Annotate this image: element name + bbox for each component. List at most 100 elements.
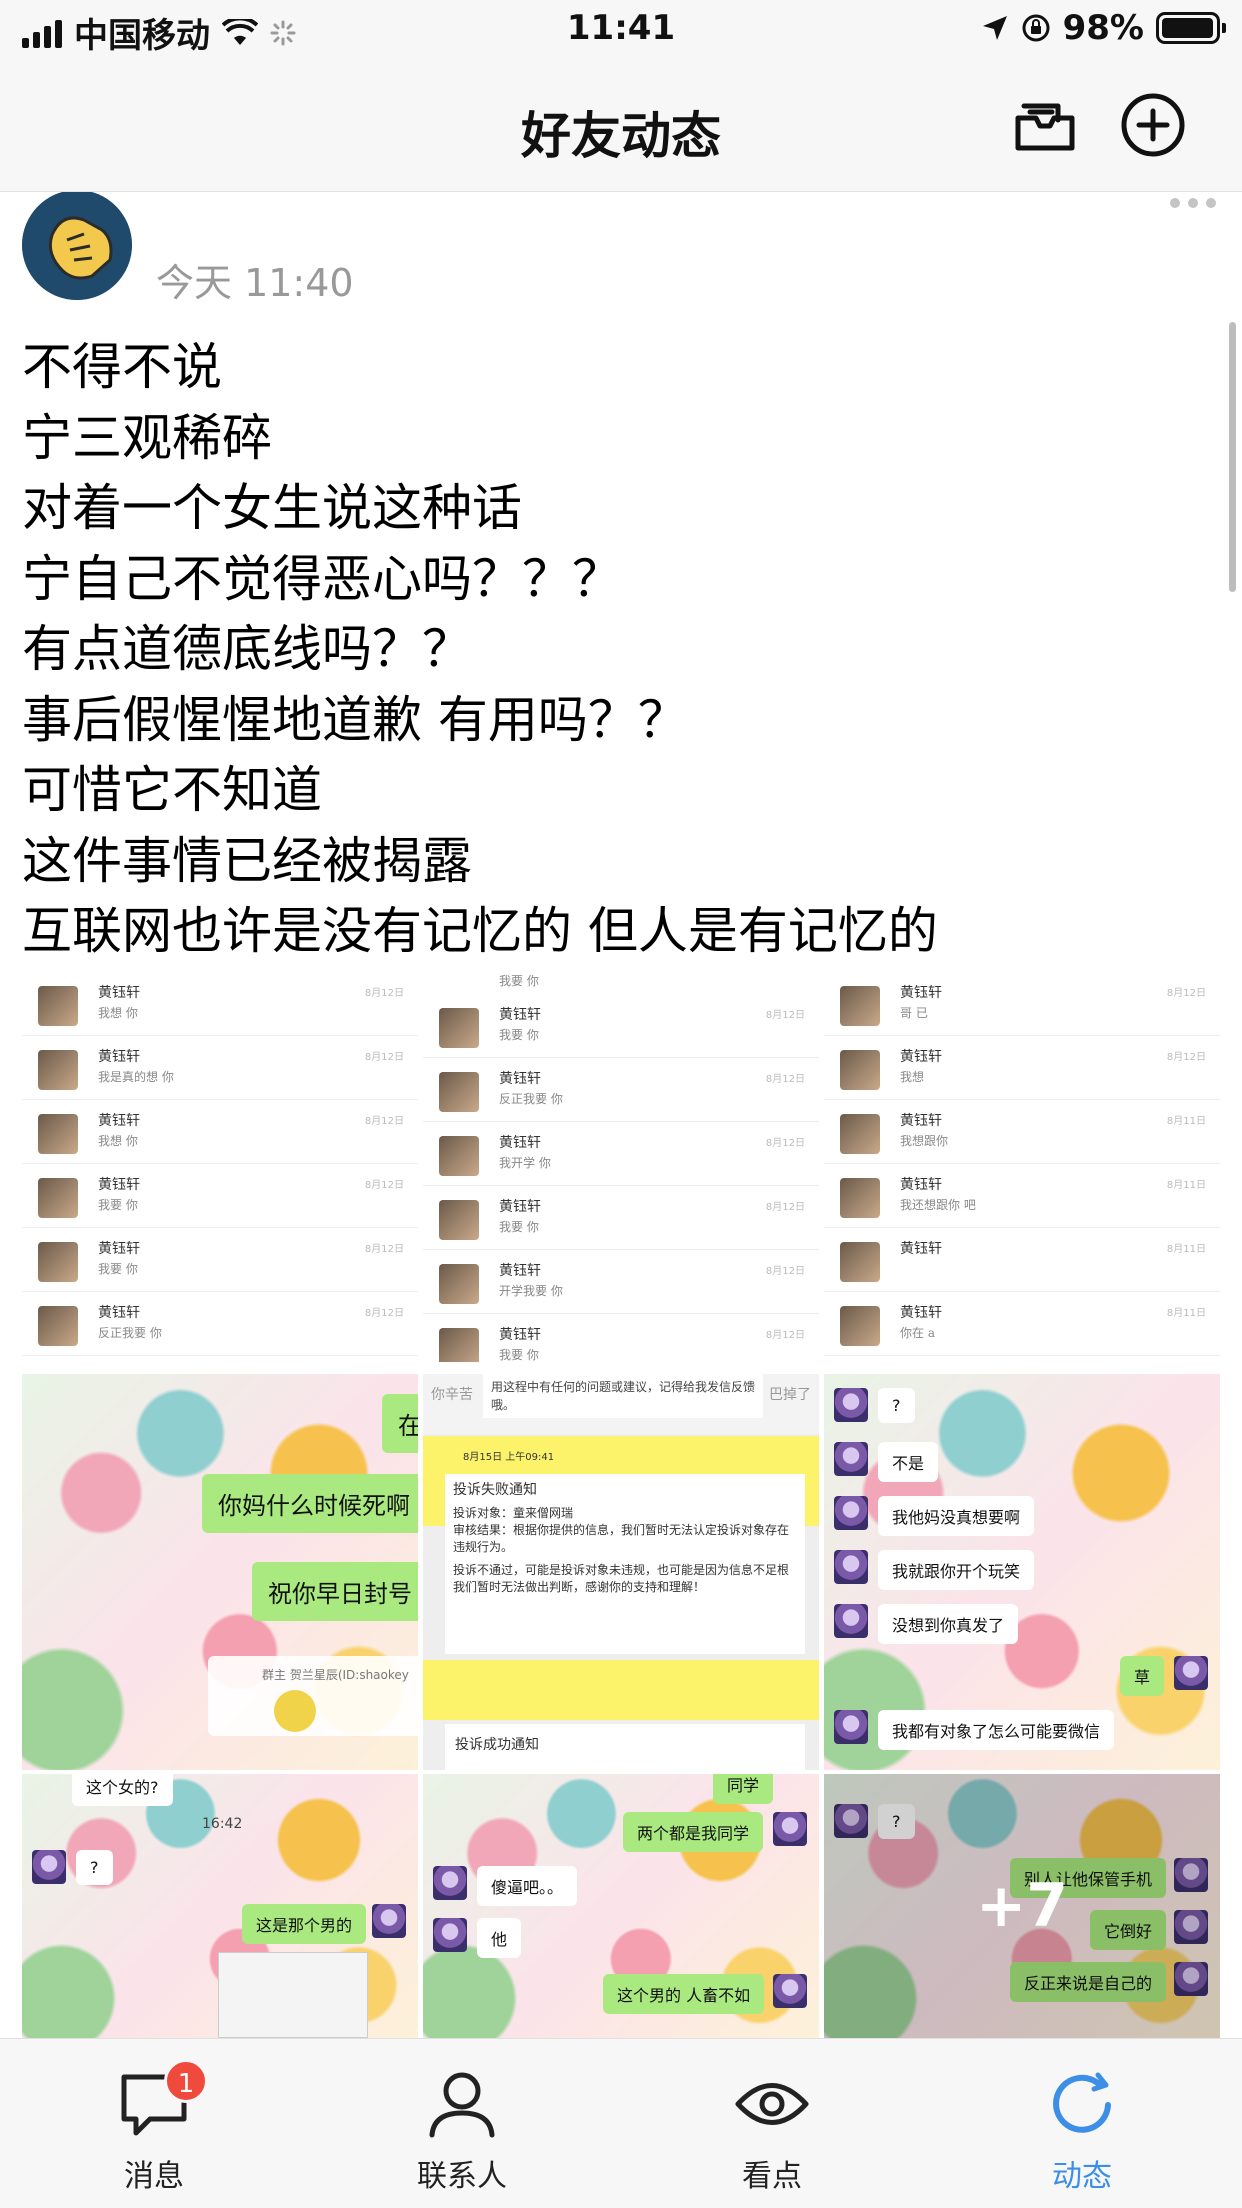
complaint-note: 投诉不通过，可能是投诉对象未违规，也可能是因为信息不足根我们暂时无法做出判断，感…: [453, 1563, 790, 1594]
chat-bubble: 祝你早日封号: [252, 1562, 418, 1621]
contact-name: 黄钰轩: [900, 1177, 942, 1193]
inbox-icon[interactable]: [1012, 92, 1078, 158]
sketch-image: [218, 1952, 368, 2038]
tab-label: 联系人: [417, 2159, 507, 2194]
photo-chat-abuse[interactable]: 在 你妈什么时候死啊 祝你早日封号 群主 贺兰星辰(ID:shaokey: [22, 1374, 418, 1770]
tab-discover[interactable]: 看点: [672, 2039, 872, 2208]
message-date: 8月11日: [1166, 1308, 1206, 1319]
contact-avatar: [32, 1850, 66, 1884]
message-preview: 开学我要 你: [499, 1284, 563, 1298]
message-date: 8月11日: [1166, 1116, 1206, 1127]
eye-icon: [735, 2083, 809, 2125]
contacts-icon: [429, 2072, 495, 2138]
message-preview: 我要 你: [499, 974, 539, 988]
contact-name: 黄钰轩: [900, 1049, 942, 1065]
more-photos-count[interactable]: +7: [824, 1774, 1220, 2038]
chat-bubble: 这个男的 人畜不如: [603, 1974, 765, 2014]
add-circle-icon[interactable]: [1120, 92, 1186, 158]
tab-moments[interactable]: 动态: [982, 2039, 1182, 2208]
tab-contacts[interactable]: 联系人: [362, 2039, 562, 2208]
contact-avatar: [439, 1008, 479, 1048]
contact-name: 黄钰轩: [98, 1049, 140, 1065]
nav-bar: 好友动态: [0, 62, 1242, 192]
message-preview: 我还想跟你 吧: [900, 1198, 976, 1212]
complaint-top-right: 巴掉了: [769, 1387, 811, 1403]
tab-label: 动态: [1052, 2159, 1112, 2194]
post-line: 可惜它不知道: [22, 761, 322, 819]
photo-chat-5[interactable]: 同学 两个都是我同学 傻逼吧。。 他 这个男的 人畜不如: [423, 1774, 819, 2038]
group-tag: 群主 贺兰星辰(ID:shaokey: [262, 1668, 409, 1682]
post-line: 不得不说: [22, 338, 222, 396]
chat-bubble: 同学: [713, 1774, 774, 1804]
post-line: 事后假惺惺地道歉 有用吗？？: [22, 690, 688, 749]
message-date: 8月12日: [765, 1266, 805, 1277]
avatar[interactable]: [22, 192, 132, 300]
post-line: 对着一个女生说这种话: [22, 479, 522, 537]
complaint-notice-card: 投诉失败通知 投诉对象：童来僧网瑞 审核结果：根据你提供的信息，我们暂时无法认定…: [445, 1474, 805, 1654]
complaint-success-title: 投诉成功通知: [455, 1737, 539, 1753]
contact-avatar: [834, 1442, 868, 1476]
photo-chat-4[interactable]: 这个女的? 16:42 ? 这是那个男的: [22, 1774, 418, 2038]
message-date: 8月12日: [364, 1180, 404, 1191]
contact-name: 黄钰轩: [499, 1327, 541, 1343]
feed: 今天 11:40 不得不说 宁三观稀碎 对着一个女生说这种话 宁自己不觉得恶心吗…: [0, 192, 1242, 2038]
contact-avatar: [38, 986, 78, 1026]
battery-icon: [1156, 12, 1226, 44]
chat-bubble: 两个都是我同学: [623, 1812, 764, 1852]
list-item: 黄钰轩 我想跟你 8月11日: [824, 1100, 1220, 1164]
list-item: 黄钰轩 我开学 你 8月12日: [423, 1122, 819, 1186]
message-preview: 反正我要 你: [499, 1092, 563, 1106]
contact-avatar: [834, 1604, 868, 1638]
photo-chat-list-3[interactable]: 黄钰轩哥 已 8月12日 黄钰轩 我想 8月12日 黄钰轩 我想跟你 8月11日 黄钰轩我…: [824, 972, 1220, 1362]
list-item: 黄钰轩 我要 你 8月12日: [22, 1228, 418, 1292]
complaint-date: 8月15日 上午09:41: [463, 1452, 555, 1463]
photo-complaint-notice[interactable]: 你辛苦 巴掉了 用这程中有任何的问题或建议，记得给我发信反馈哦。 8月15日 上…: [423, 1374, 819, 1770]
list-item: 黄钰轩哥 已 8月12日: [824, 972, 1220, 1036]
message-preview: 我想跟你: [900, 1134, 949, 1148]
avatar-image-icon: [22, 192, 132, 300]
contact-name: 黄钰轩: [900, 1305, 942, 1321]
contact-avatar: [840, 986, 880, 1026]
list-item: 黄钰轩 反正我要 你 8月12日: [423, 1058, 819, 1122]
emoji-sticker-icon: [274, 1690, 316, 1732]
chat-bubble: 傻逼吧。。: [477, 1866, 578, 1906]
tab-label: 看点: [742, 2159, 802, 2194]
message-preview: 我要 你: [499, 1028, 539, 1042]
battery-percent: 98%: [1062, 8, 1144, 48]
chat-bubble: 我就跟你开个玩笑: [878, 1550, 1035, 1590]
message-date: 8月12日: [364, 1244, 404, 1255]
contact-name: 黄钰轩: [98, 1113, 140, 1129]
contact-avatar: [840, 1178, 880, 1218]
contact-name: 黄钰轩: [98, 1305, 140, 1321]
contact-name: 黄钰轩: [98, 1177, 140, 1193]
contact-avatar: [834, 1550, 868, 1584]
photo-chat-list-1[interactable]: 黄钰轩 我想 你 8月12日 黄钰轩 我是真的想 你 8月12日 黄钰轩 我想 你 8月12…: [22, 972, 418, 1362]
photo-chat-3[interactable]: ? 不是 我他妈没真想要啊 我就跟你开个玩笑 没想到你真发了 草 我都有对象了怎…: [824, 1374, 1220, 1770]
list-item: 黄钰轩 我想 你 8月12日: [22, 972, 418, 1036]
contact-name: 黄钰轩: [98, 985, 140, 1001]
contact-avatar: [773, 1974, 807, 2008]
chat-bubble: 你妈什么时候死啊: [202, 1474, 418, 1533]
chat-bubble: ?: [878, 1388, 915, 1423]
photo-chat-list-2[interactable]: 我要 你 黄钰轩 我要 你 8月12日 黄钰轩 反正我要 你 8月12日 黄钰轩 我开学 …: [423, 972, 819, 1362]
contact-avatar: [433, 1918, 467, 1952]
contact-name: 黄钰轩: [499, 1007, 541, 1023]
tab-messages[interactable]: 1 消息: [54, 2039, 254, 2208]
list-item: 黄钰轩 我想 你 8月12日: [22, 1100, 418, 1164]
photo-chat-6[interactable]: ? 别人让他保管手机 它倒好 反正来说是自己的 +7: [824, 1774, 1220, 2038]
message-preview: 我要 你: [98, 1262, 138, 1276]
message-date: 8月12日: [1166, 1052, 1206, 1063]
contact-name: 黄钰轩: [900, 1241, 942, 1257]
contact-avatar: [439, 1200, 479, 1240]
complaint-top-text: 用这程中有任何的问题或建议，记得给我发信反馈哦。: [483, 1374, 763, 1418]
complaint-table-2: [423, 1660, 819, 1720]
chat-bubble: 我他妈没真想要啊: [878, 1496, 1035, 1536]
contact-avatar: [834, 1710, 868, 1744]
message-date: 8月12日: [1166, 988, 1206, 999]
contact-avatar: [834, 1388, 868, 1422]
post-text: 不得不说 宁三观稀碎 对着一个女生说这种话 宁自己不觉得恶心吗？？？ 有点道德底…: [22, 332, 1212, 967]
more-icon[interactable]: [1170, 198, 1216, 208]
contact-avatar: [840, 1306, 880, 1346]
contact-name: 黄钰轩: [499, 1199, 541, 1215]
scroll-indicator[interactable]: [1229, 322, 1236, 592]
